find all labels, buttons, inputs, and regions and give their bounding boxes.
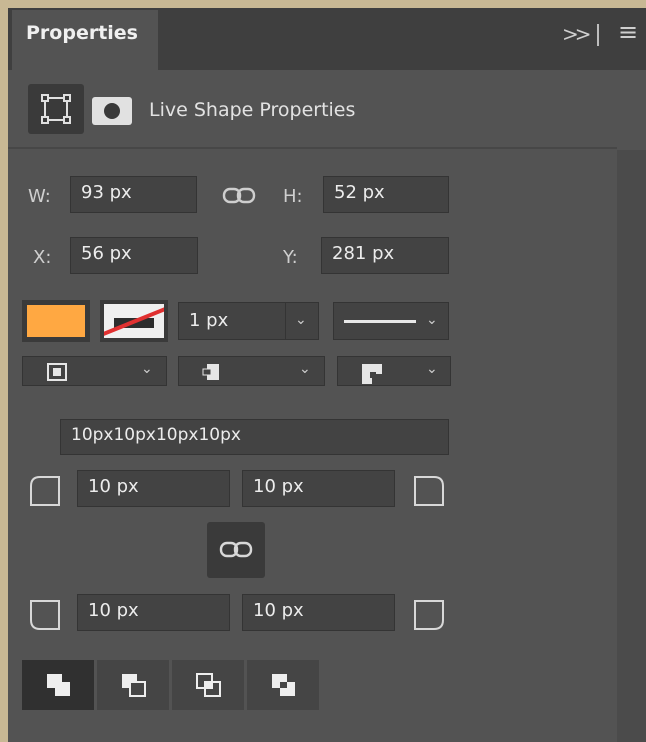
chevron-down-icon: ⌄ <box>295 312 307 328</box>
intersect-shape-areas-button[interactable] <box>172 660 244 710</box>
y-label: Y: <box>283 247 298 268</box>
stroke-align-dropdown[interactable]: ⌄ <box>22 356 167 386</box>
stroke-caps-dropdown[interactable]: ⌄ <box>178 356 325 386</box>
exclude-shape-icon <box>272 674 295 696</box>
top-right-radius-input[interactable]: 10 px <box>242 470 395 507</box>
width-input[interactable]: 93 px <box>70 176 197 213</box>
bottom-right-corner-icon <box>414 600 444 630</box>
stroke-type-dropdown[interactable]: ⌄ <box>333 302 449 340</box>
width-label: W: <box>28 186 51 207</box>
chevron-down-icon: ⌄ <box>141 361 153 377</box>
transform-shape-icon <box>41 94 71 124</box>
section-title: Live Shape Properties <box>149 99 356 121</box>
bottom-left-corner-icon <box>30 600 60 630</box>
height-input[interactable]: 52 px <box>323 176 449 213</box>
chevron-down-icon: ⌄ <box>426 361 438 377</box>
chevron-down-icon: ⌄ <box>426 312 438 328</box>
mask-properties-icon[interactable] <box>92 97 132 125</box>
tab-properties[interactable]: Properties <box>12 10 158 70</box>
chevron-down-icon: ⌄ <box>299 361 311 377</box>
combine-shapes-button[interactable] <box>22 660 94 710</box>
top-right-corner-icon <box>414 476 444 506</box>
stroke-width-dropdown[interactable]: ⌄ <box>285 302 319 340</box>
stroke-corners-dropdown[interactable]: ⌄ <box>337 356 451 386</box>
all-corners-radius-input[interactable]: 10px10px10px10px <box>60 419 449 455</box>
line-cap-icon <box>202 364 219 380</box>
x-label: X: <box>33 247 52 268</box>
line-join-icon <box>362 364 382 384</box>
top-left-corner-icon <box>30 476 60 506</box>
top-left-radius-input[interactable]: 10 px <box>77 470 230 507</box>
stroke-align-inside-icon <box>47 363 67 381</box>
fill-color-swatch[interactable] <box>22 300 90 342</box>
y-position-input[interactable]: 281 px <box>321 237 449 274</box>
x-position-input[interactable]: 56 px <box>70 237 198 274</box>
combine-shapes-icon <box>47 674 70 696</box>
scrollbar-track[interactable] <box>617 150 646 742</box>
bottom-right-radius-input[interactable]: 10 px <box>242 594 395 631</box>
stroke-color-swatch[interactable] <box>100 300 168 342</box>
exclude-overlapping-shapes-button[interactable] <box>247 660 319 710</box>
link-corner-radii-button[interactable] <box>207 522 265 578</box>
height-label: H: <box>283 186 303 207</box>
panel-menu-icon[interactable]: ≡ <box>618 18 638 46</box>
stroke-width-input[interactable]: 1 px <box>178 302 286 340</box>
solid-line-icon <box>344 320 416 323</box>
link-dimensions-icon[interactable] <box>222 186 256 206</box>
live-shape-properties-tab[interactable] <box>28 84 84 134</box>
subtract-front-shape-button[interactable] <box>97 660 169 710</box>
collapse-panel-button[interactable]: >> <box>562 22 591 46</box>
header-separator <box>597 24 599 46</box>
panel-header-controls: >> ≡ <box>552 18 646 54</box>
link-icon <box>219 541 253 558</box>
intersect-shape-icon <box>196 673 221 697</box>
section-divider <box>8 147 617 149</box>
subtract-shape-icon <box>122 674 146 697</box>
bottom-left-radius-input[interactable]: 10 px <box>77 594 230 631</box>
